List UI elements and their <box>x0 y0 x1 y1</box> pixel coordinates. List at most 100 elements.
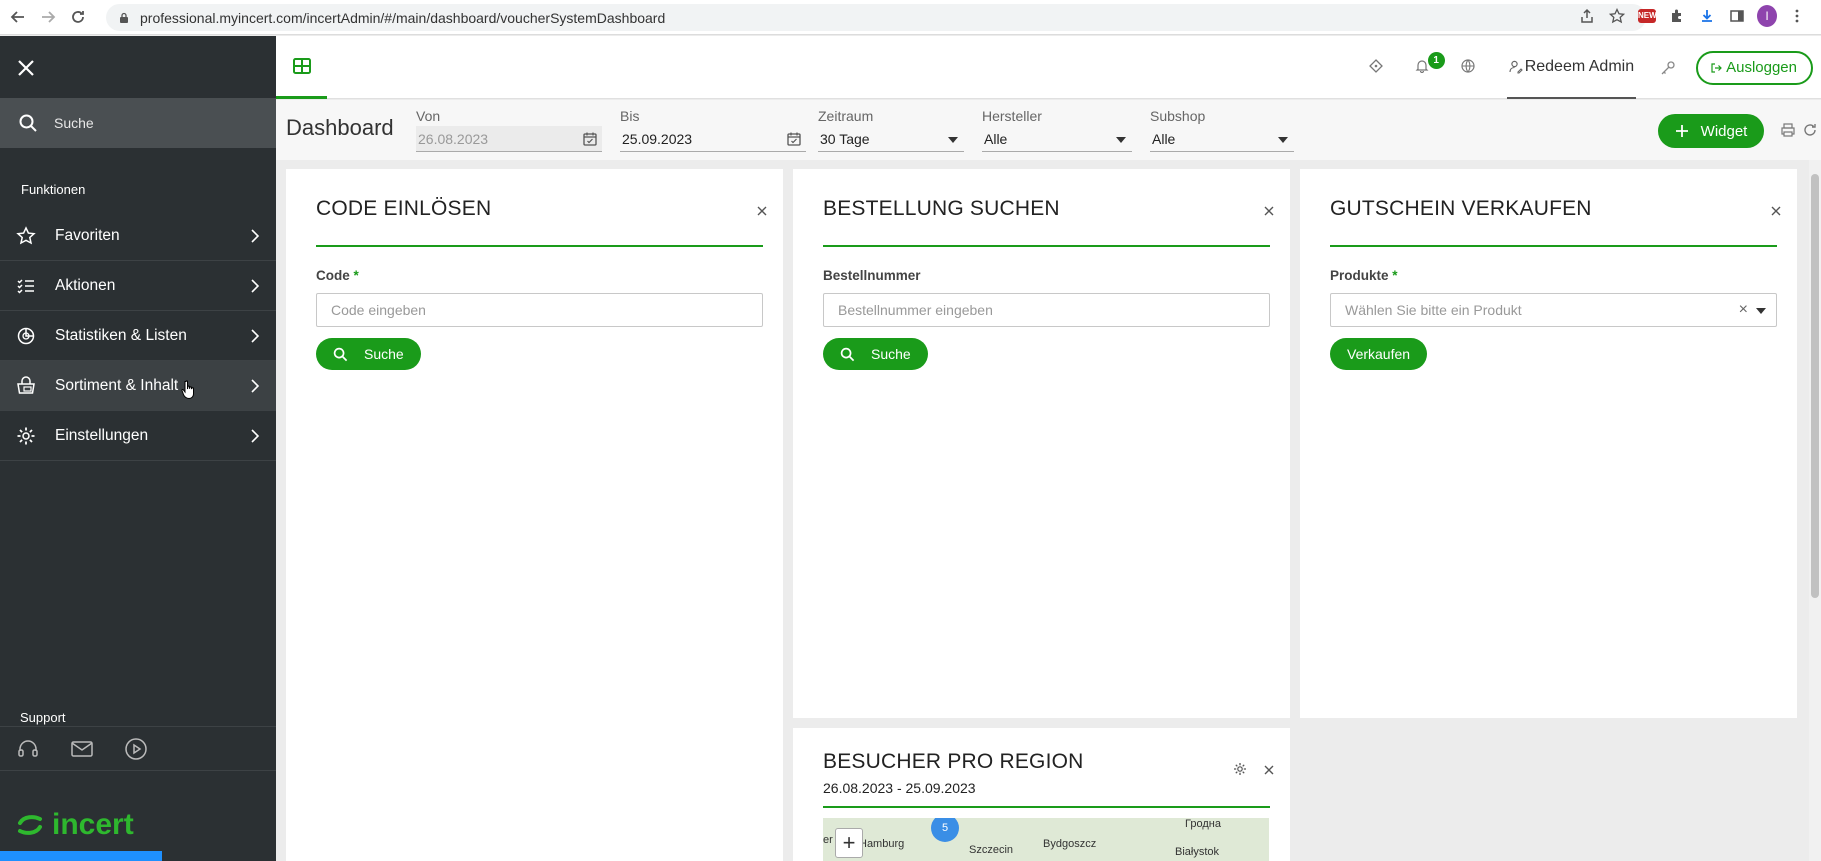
share-icon[interactable] <box>1577 6 1597 26</box>
profile-avatar[interactable]: I <box>1757 5 1777 27</box>
subshop-select[interactable]: Alle <box>1150 126 1294 152</box>
browser-toolbar: professional.myincert.com/incertAdmin/#/… <box>0 0 1821 35</box>
clear-selection-icon[interactable]: × <box>1739 301 1748 319</box>
add-widget-button[interactable]: Widget <box>1658 114 1764 148</box>
hersteller-label: Hersteller <box>982 108 1042 124</box>
key-icon[interactable] <box>1660 60 1676 76</box>
logo-text: incert <box>52 808 134 841</box>
download-icon[interactable] <box>1697 6 1717 26</box>
headset-icon[interactable] <box>16 737 40 761</box>
code-input[interactable]: Code eingeben <box>316 293 763 327</box>
bis-date-input[interactable]: 25.09.2023 <box>620 126 806 152</box>
sidebar-item-label: Aktionen <box>55 276 116 294</box>
sidebar-item-label: Favoriten <box>55 226 120 244</box>
print-icon[interactable] <box>1780 122 1796 138</box>
sidebar-item-statistiken[interactable]: Statistiken & Listen <box>0 311 276 361</box>
map-zoom-in-button[interactable]: + <box>835 828 863 858</box>
zeitraum-field: Zeitraum 30 Tage <box>818 108 964 152</box>
product-placeholder: Wählen Sie bitte ein Produkt <box>1345 302 1522 318</box>
subshop-field: Subshop Alle <box>1150 108 1294 152</box>
lock-icon <box>120 12 128 23</box>
order-search-widget: BESTELLUNG SUCHEN Bestellnummer Bestelln… <box>793 169 1290 718</box>
chevron-right-icon <box>251 378 260 393</box>
sidebar-item-aktionen[interactable]: Aktionen <box>0 261 276 311</box>
map-cluster-marker[interactable]: 5 <box>931 818 959 842</box>
sidebar-item-favoriten[interactable]: Favoriten <box>0 211 276 261</box>
dropdown-caret-icon <box>948 137 958 143</box>
product-select[interactable]: Wählen Sie bitte ein Produkt × <box>1330 293 1777 327</box>
widget-label: Widget <box>1700 122 1748 140</box>
forward-icon[interactable] <box>36 5 60 29</box>
calendar-icon[interactable] <box>582 131 598 147</box>
dashboard-content: CODE EINLÖSEN Code * Code eingeben Suche… <box>276 160 1809 861</box>
close-widget-icon[interactable] <box>1263 205 1275 217</box>
zeitraum-label: Zeitraum <box>818 108 874 124</box>
gear-icon[interactable] <box>1233 762 1247 776</box>
refresh-icon[interactable] <box>1802 122 1818 138</box>
sell-button[interactable]: Verkaufen <box>1330 338 1428 370</box>
code-search-button[interactable]: Suche <box>316 338 421 370</box>
sidebar-item-einstellungen[interactable]: Einstellungen <box>0 411 276 461</box>
bookmark-star-icon[interactable] <box>1607 6 1627 26</box>
zeitraum-select[interactable]: 30 Tage <box>818 126 964 152</box>
dropdown-caret-icon[interactable] <box>1756 308 1766 314</box>
grid-icon <box>292 58 311 74</box>
logout-icon <box>1711 62 1722 73</box>
subshop-value: Alle <box>1152 130 1176 147</box>
close-widget-icon[interactable] <box>1770 205 1782 217</box>
mail-icon[interactable] <box>70 737 94 761</box>
gear-icon <box>17 427 35 444</box>
dashboard-tab[interactable] <box>276 36 327 99</box>
bis-value: 25.09.2023 <box>622 130 693 147</box>
support-title: Support <box>20 710 66 725</box>
widget-divider <box>823 245 1270 247</box>
back-icon[interactable] <box>6 5 30 29</box>
globe-icon[interactable] <box>1461 58 1479 77</box>
notification-badge: 1 <box>1427 51 1445 69</box>
close-widget-icon[interactable] <box>756 205 768 217</box>
voucher-sell-widget: GUTSCHEIN VERKAUFEN Produkte * Wählen Si… <box>1300 169 1797 718</box>
tag-icon[interactable] <box>1368 58 1387 77</box>
close-widget-icon[interactable] <box>1263 764 1275 776</box>
search-icon <box>840 347 855 361</box>
incert-logo-icon <box>18 815 42 835</box>
sidebar-item-sortiment[interactable]: Sortiment & Inhalt <box>0 361 276 411</box>
calendar-icon[interactable] <box>786 131 802 147</box>
play-video-icon[interactable] <box>124 737 148 761</box>
support-links <box>0 726 276 771</box>
von-date-input[interactable]: 26.08.2023 <box>416 126 602 152</box>
side-panel-icon[interactable] <box>1727 6 1747 26</box>
search-icon <box>19 114 37 132</box>
order-field-label: Bestellnummer <box>823 268 921 283</box>
sidebar-search[interactable]: Suche <box>0 98 276 148</box>
browser-menu-icon[interactable] <box>1787 6 1807 26</box>
extensions-puzzle-icon[interactable] <box>1667 6 1687 26</box>
page-scrollbar[interactable] <box>1809 160 1821 861</box>
sidebar-section-title: Funktionen <box>21 182 86 197</box>
visitors-map[interactable]: Hamburg Szczecin Bydgoszcz Гродна Białys… <box>823 818 1269 861</box>
widget-title: CODE EINLÖSEN <box>316 197 492 220</box>
von-field: Von 26.08.2023 <box>416 108 602 152</box>
map-city: Гродна <box>1185 818 1221 830</box>
page-title: Dashboard <box>286 115 394 140</box>
scrollbar-thumb[interactable] <box>1811 174 1819 598</box>
incert-logo: incert <box>16 808 134 842</box>
order-search-button[interactable]: Suche <box>823 338 928 370</box>
sidebar-item-label: Statistiken & Listen <box>55 326 187 344</box>
code-placeholder: Code eingeben <box>331 302 426 318</box>
close-sidebar-icon[interactable] <box>14 56 38 80</box>
button-label: Suche <box>364 346 404 362</box>
subshop-label: Subshop <box>1150 108 1206 124</box>
bell-icon[interactable]: 1 <box>1415 51 1445 77</box>
hersteller-select[interactable]: Alle <box>982 126 1132 152</box>
filter-bar: Dashboard Von 26.08.2023 Bis 25.09.2023 … <box>276 100 1821 160</box>
address-bar[interactable]: professional.myincert.com/incertAdmin/#/… <box>106 4 1646 31</box>
reload-icon[interactable] <box>66 5 90 29</box>
order-number-input[interactable]: Bestellnummer eingeben <box>823 293 1270 327</box>
logout-button[interactable]: Ausloggen <box>1696 50 1813 85</box>
map-city: Hamburg <box>859 838 905 850</box>
app-header: 1 Redeem Admin Ausloggen <box>276 36 1821 99</box>
user-menu[interactable]: Redeem Admin <box>1506 36 1637 99</box>
dropdown-caret-icon <box>1116 137 1126 143</box>
extension-red-icon[interactable]: NEW <box>1637 6 1657 26</box>
